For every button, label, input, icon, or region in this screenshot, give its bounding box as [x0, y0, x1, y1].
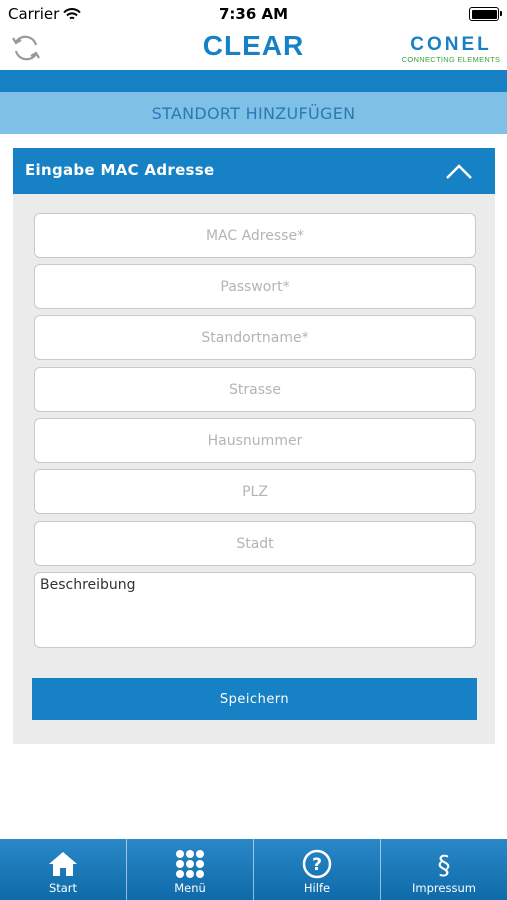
mac-entry-panel: Eingabe MAC Adresse Speichern [13, 148, 495, 744]
panel-title: Eingabe MAC Adresse [25, 161, 215, 179]
page-title: STANDORT HINZUFÜGEN [151, 103, 356, 123]
help-icon: ? [302, 849, 332, 879]
tab-impressum[interactable]: § Impressum [380, 839, 507, 900]
description-textarea[interactable] [34, 572, 476, 648]
mac-address-input[interactable] [34, 213, 476, 258]
tab-bar: Start Menü ? Hilfe § Impressum [0, 839, 507, 900]
tab-start[interactable]: Start [0, 839, 126, 900]
tab-menu[interactable]: Menü [126, 839, 253, 900]
zip-input[interactable] [34, 469, 476, 514]
battery-icon [469, 7, 502, 21]
tab-impressum-label: Impressum [412, 881, 476, 895]
house-number-input[interactable] [34, 418, 476, 463]
logo-tagline: CONNECTING ELEMENTS [401, 55, 501, 64]
tab-menu-label: Menü [174, 881, 206, 895]
grid-icon [176, 850, 204, 878]
svg-text:§: § [438, 851, 451, 879]
app-screen: Carrier 7:36 AM CLEAR CONEL CONNECTING E… [0, 0, 507, 900]
conel-logo: CONEL CONNECTING ELEMENTS [401, 34, 501, 64]
tab-start-label: Start [48, 881, 78, 895]
chevron-up-icon[interactable] [445, 162, 473, 180]
city-input[interactable] [34, 521, 476, 566]
tab-help-label: Hilfe [303, 881, 331, 895]
subtitle-bar: STANDORT HINZUFÜGEN [0, 92, 507, 134]
section-icon: § [438, 851, 451, 879]
location-name-input[interactable] [34, 315, 476, 360]
svg-text:?: ? [312, 855, 322, 875]
panel-header[interactable]: Eingabe MAC Adresse [13, 148, 495, 194]
status-bar: Carrier 7:36 AM [0, 0, 507, 28]
home-icon [49, 852, 77, 876]
save-button[interactable]: Speichern [32, 678, 477, 720]
header-divider [0, 70, 507, 92]
password-input[interactable] [34, 264, 476, 309]
logo-brand: CONEL [410, 34, 492, 55]
tab-help[interactable]: ? Hilfe [253, 839, 380, 900]
clock: 7:36 AM [218, 5, 289, 23]
app-header: CLEAR CONEL CONNECTING ELEMENTS [0, 28, 507, 70]
street-input[interactable] [34, 367, 476, 412]
